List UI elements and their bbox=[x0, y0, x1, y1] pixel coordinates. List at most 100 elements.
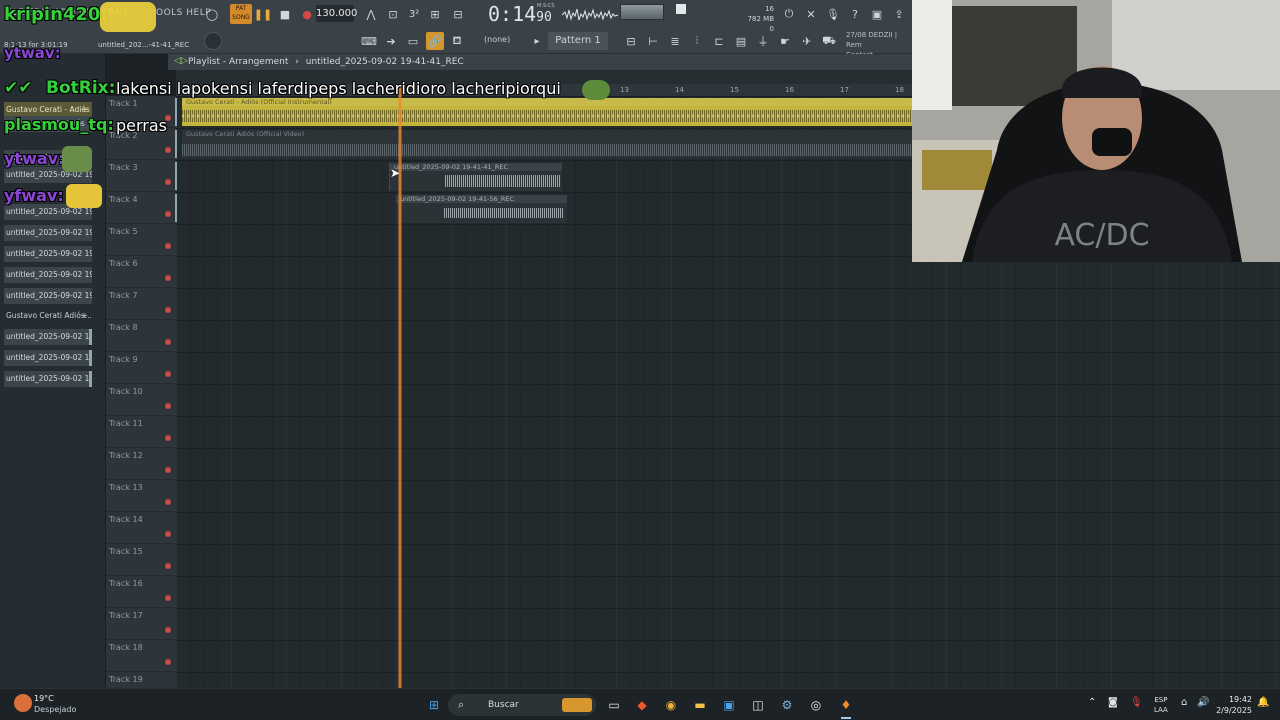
steam-icon[interactable]: ⚙ bbox=[777, 695, 797, 715]
tools-icon[interactable]: ✕ bbox=[802, 5, 820, 23]
playlist-pattern-path[interactable]: untitled_2025-09-02 19-41-41_REC bbox=[306, 57, 464, 67]
pause-icon[interactable]: ❚❚ bbox=[254, 5, 272, 23]
notification-bell-icon[interactable]: 🔔 bbox=[1257, 697, 1269, 708]
task-view-icon[interactable]: ▭ bbox=[604, 695, 624, 715]
playlist-icon[interactable]: ≣ bbox=[666, 32, 684, 50]
track-header[interactable]: Track 3 bbox=[106, 160, 177, 192]
recorded-clip-2[interactable]: untitled_2025-09-02 19-41-56_REC bbox=[396, 195, 567, 223]
playlist-title-bar[interactable]: Playlist - Arrangement › untitled_2025-0… bbox=[168, 54, 912, 70]
track-header[interactable]: Track 11 bbox=[106, 416, 176, 448]
bird-icon[interactable]: ✈ bbox=[798, 32, 816, 50]
track-header[interactable]: Track 16 bbox=[106, 576, 176, 608]
wait-input-icon[interactable]: ⊡ bbox=[384, 5, 402, 23]
touch-keyboard-icon[interactable]: ☛ bbox=[776, 32, 794, 50]
record-icon[interactable]: ● bbox=[298, 5, 316, 23]
record-arm-dot[interactable] bbox=[165, 339, 171, 345]
arrow-right-icon[interactable]: ➔ bbox=[382, 32, 400, 50]
save-icon[interactable]: ▣ bbox=[868, 5, 886, 23]
stop-icon[interactable]: ■ bbox=[276, 5, 294, 23]
metronome-icon[interactable]: ⋀ bbox=[362, 5, 380, 23]
record-arm-dot[interactable] bbox=[165, 307, 171, 313]
track-grab-handle[interactable] bbox=[175, 130, 177, 158]
play-pattern-icon[interactable]: ▸ bbox=[528, 32, 546, 50]
browser-item[interactable]: untitled_2025-09-02 19-... bbox=[4, 350, 92, 366]
audio-clip-instrumental[interactable]: Gustavo Cerati - Adiós (Official Instrum… bbox=[182, 98, 912, 126]
plug-icon[interactable]: ⏚ bbox=[754, 32, 772, 50]
microphone-icon[interactable]: 🎙 bbox=[824, 5, 842, 23]
taskbar-search[interactable]: ⌕ Buscar bbox=[448, 694, 596, 716]
record-arm-dot[interactable] bbox=[165, 243, 171, 249]
track-header[interactable]: Track 5 bbox=[106, 224, 176, 256]
mixer-icon[interactable]: ⊟ bbox=[622, 32, 640, 50]
tempo-display[interactable]: 130.000 bbox=[316, 5, 357, 22]
obs-icon[interactable]: ◎ bbox=[806, 695, 826, 715]
record-arm-dot[interactable] bbox=[165, 531, 171, 537]
track-header[interactable]: Track 8 bbox=[106, 320, 176, 352]
power-icon[interactable]: ⏻ bbox=[780, 5, 798, 23]
epic-games-icon[interactable]: ◫ bbox=[748, 695, 768, 715]
track-header[interactable]: Track 6 bbox=[106, 256, 176, 288]
snap-icon[interactable]: ▭ bbox=[404, 32, 422, 50]
network-icon[interactable]: ⌂ bbox=[1181, 697, 1187, 708]
weather-desc[interactable]: Despejado bbox=[34, 705, 76, 714]
video-clip-official[interactable]: Gustavo Cerati Adiós (Official Video) bbox=[182, 130, 912, 158]
record-arm-dot[interactable] bbox=[165, 467, 171, 473]
browser-item[interactable]: untitled_2025-09-02 19-... bbox=[4, 246, 92, 262]
browser-item[interactable]: untitled_2025-09-02 19-... bbox=[4, 267, 92, 283]
browser-item[interactable]: untitled_2025-09-02 19-... bbox=[4, 329, 92, 345]
track-header[interactable]: Track 12 bbox=[106, 448, 176, 480]
pitch-knob-icon[interactable]: ◯ bbox=[203, 5, 221, 23]
browser-item[interactable]: untitled_2025-09-02 19-... bbox=[4, 225, 92, 241]
track-grab-handle[interactable] bbox=[175, 162, 177, 190]
windows-start-icon[interactable]: ⊞ bbox=[424, 695, 444, 715]
record-arm-dot[interactable] bbox=[165, 435, 171, 441]
browser-item[interactable]: Gustavo Cerati Adiós... + bbox=[4, 308, 92, 324]
brave-icon[interactable]: ◆ bbox=[632, 695, 652, 715]
track-header[interactable]: Track 4 bbox=[106, 192, 177, 224]
taskbar-clock[interactable]: 19:42 2/9/2025 bbox=[1216, 694, 1252, 716]
link-icon[interactable]: 🔗 bbox=[426, 32, 444, 50]
discord-tray-icon[interactable]: ◙ bbox=[1108, 697, 1118, 708]
plugin-picker-icon[interactable]: ▤ bbox=[732, 32, 750, 50]
song-mode-toggle[interactable]: PAT SONG bbox=[230, 4, 252, 24]
browser-item[interactable]: untitled_2025-09-02 19-... bbox=[4, 371, 92, 387]
fl-studio-icon[interactable]: ♦ bbox=[836, 695, 856, 715]
record-arm-dot[interactable] bbox=[165, 147, 171, 153]
language-indicator[interactable]: ESP LAA bbox=[1154, 695, 1168, 715]
help-icon[interactable]: ? bbox=[846, 5, 864, 23]
pattern-selector-none[interactable]: (none) bbox=[484, 35, 510, 44]
piano-roll-icon[interactable]: ⊢ bbox=[644, 32, 662, 50]
master-pitch-knob[interactable] bbox=[204, 32, 222, 50]
record-arm-dot[interactable] bbox=[165, 627, 171, 633]
file-explorer-icon[interactable]: ▬ bbox=[690, 695, 710, 715]
store-icon[interactable]: ▣ bbox=[719, 695, 739, 715]
weather-icon[interactable] bbox=[14, 694, 32, 712]
keyboard-icon[interactable]: ⌨ bbox=[360, 32, 378, 50]
track-header[interactable]: Track 14 bbox=[106, 512, 176, 544]
export-icon[interactable]: ⇪ bbox=[890, 5, 908, 23]
track-grab-handle[interactable] bbox=[175, 98, 177, 126]
loop-record-icon[interactable]: ⊟ bbox=[449, 5, 467, 23]
record-arm-dot[interactable] bbox=[165, 499, 171, 505]
track-header[interactable]: Track 15 bbox=[106, 544, 176, 576]
record-arm-dot[interactable] bbox=[165, 563, 171, 569]
mic-tray-icon[interactable]: 🎙 bbox=[1130, 697, 1143, 708]
record-arm-dot[interactable] bbox=[165, 403, 171, 409]
track-grab-handle[interactable] bbox=[175, 194, 177, 222]
step-edit-icon[interactable]: ⊞ bbox=[426, 5, 444, 23]
record-arm-dot[interactable] bbox=[165, 179, 171, 185]
stamp-icon[interactable]: ⛾ bbox=[448, 32, 466, 50]
channel-rack-icon[interactable]: ⫶ bbox=[688, 32, 706, 50]
volume-icon[interactable]: 🔊 bbox=[1197, 697, 1209, 708]
pattern-selector[interactable]: Pattern 1 bbox=[548, 32, 608, 50]
browser-tree-icon[interactable]: ⊏ bbox=[710, 32, 728, 50]
weather-temp[interactable]: 19°C bbox=[34, 694, 54, 703]
track-header[interactable]: Track 10 bbox=[106, 384, 176, 416]
record-arm-dot[interactable] bbox=[165, 595, 171, 601]
track-header[interactable]: Track 17 bbox=[106, 608, 176, 640]
chrome-icon[interactable]: ◉ bbox=[661, 695, 681, 715]
track-header[interactable]: Track 13 bbox=[106, 480, 176, 512]
record-arm-dot[interactable] bbox=[165, 371, 171, 377]
playlist-play-icon[interactable]: ◁▷ bbox=[174, 56, 188, 66]
recorded-clip-1[interactable]: untitled_2025-09-02 19-41-41_REC bbox=[389, 163, 562, 191]
